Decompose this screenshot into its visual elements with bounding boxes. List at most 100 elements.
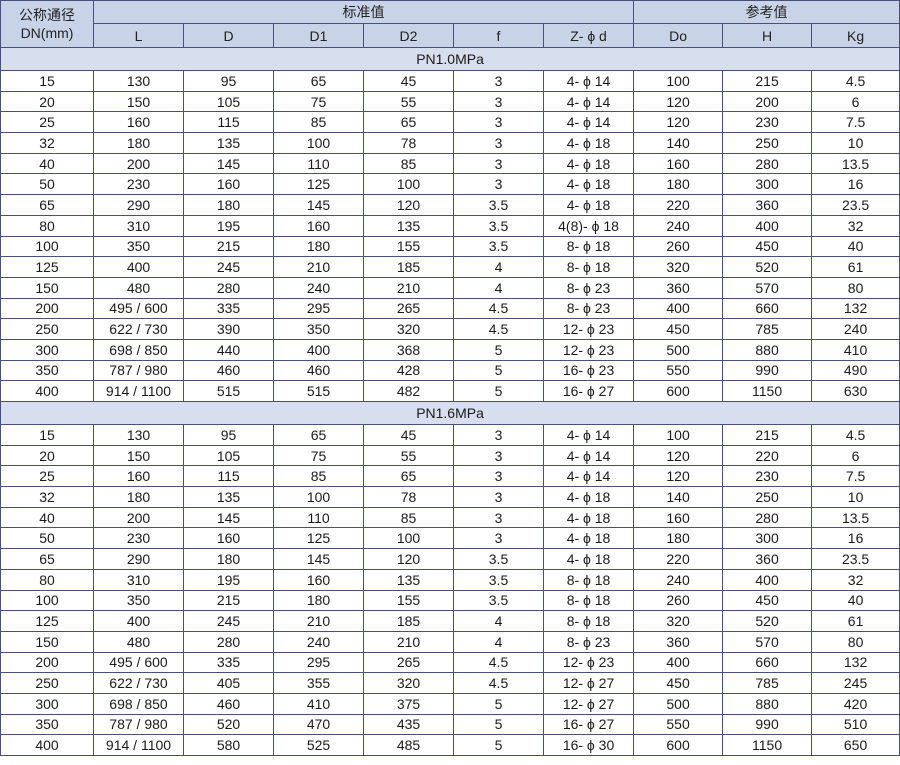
standard-group-header: 标准值 [92, 0, 635, 24]
table-cell: 145 [273, 548, 364, 570]
table-cell: 350 [0, 713, 94, 736]
table-cell: 80 [811, 630, 900, 653]
table-cell: 435 [363, 713, 454, 736]
table-cell: 140 [633, 486, 724, 508]
table-cell: 4- ϕ 18 [542, 486, 635, 508]
table-cell: 55 [363, 444, 454, 467]
table-row: 250 622 / 730 390 350 320 4.5 12- ϕ 23 450 785 24… [0, 318, 900, 340]
table-cell: 3 [453, 465, 544, 488]
table-cell: 450 [722, 589, 813, 612]
table-cell: 698 / 850 [93, 692, 184, 715]
table-row: 20 150 105 75 55 3 4- ϕ 14 120 200 6 [0, 90, 900, 113]
table-cell: 4.5 [453, 318, 544, 340]
table-cell: 85 [273, 111, 364, 134]
table-cell: 95 [183, 424, 274, 446]
table-cell: 145 [183, 152, 274, 175]
table-cell: 320 [633, 256, 724, 278]
table-cell: 78 [363, 486, 454, 508]
column-header: L [93, 23, 184, 48]
table-cell: 410 [811, 338, 900, 361]
table-cell: 160 [273, 568, 364, 591]
table-row: 150 480 280 240 210 4 8- ϕ 23 360 570 80 [0, 630, 900, 653]
table-cell: 8- ϕ 18 [542, 589, 635, 612]
table-cell: 6 [811, 90, 900, 113]
table-row: 125 400 245 210 185 4 8- ϕ 18 320 520 61 [0, 610, 900, 632]
table-cell: 150 [0, 630, 94, 653]
table-cell: 185 [363, 610, 454, 632]
table-cell: 5 [453, 692, 544, 715]
table-cell: 240 [633, 214, 724, 237]
table-cell: 600 [633, 380, 724, 402]
table-cell: 500 [633, 338, 724, 361]
table-cell: 630 [811, 380, 900, 402]
column-header: f [453, 23, 544, 48]
table-cell: 250 [722, 486, 813, 508]
table-cell: 4- ϕ 14 [542, 465, 635, 488]
table-cell: 4- ϕ 14 [542, 444, 635, 467]
table-cell: 360 [633, 276, 724, 299]
table-cell: 4 [453, 276, 544, 299]
dn-header: 公称通径 DN(mm) [0, 0, 94, 48]
table-cell: 55 [363, 90, 454, 113]
table-cell: 450 [633, 672, 724, 694]
table-cell: 230 [722, 465, 813, 488]
table-cell: 130 [93, 70, 184, 92]
table-cell: 4.5 [811, 70, 900, 92]
dn-label: 公称通径 [19, 7, 75, 23]
table-cell: 160 [633, 506, 724, 529]
table-cell: 880 [722, 692, 813, 715]
table-cell: 120 [363, 194, 454, 216]
table-cell: 16- ϕ 27 [542, 713, 635, 736]
table-cell: 360 [633, 630, 724, 653]
table-cell: 375 [363, 692, 454, 715]
table-row: 400 914 / 1100 515 515 482 5 16- ϕ 27 600 1150 63… [0, 380, 900, 402]
table-cell: 160 [633, 152, 724, 175]
table-cell: 145 [273, 194, 364, 216]
table-cell: 245 [183, 610, 274, 632]
table-cell: 240 [811, 318, 900, 340]
table-cell: 155 [363, 235, 454, 258]
table-cell: 250 [0, 672, 94, 694]
table-cell: 990 [722, 713, 813, 736]
table-cell: 405 [183, 672, 274, 694]
table-cell: 125 [273, 173, 364, 196]
table-cell: 622 / 730 [93, 672, 184, 694]
table-cell: 698 / 850 [93, 338, 184, 361]
table-cell: 3 [453, 444, 544, 467]
table-cell: 13.5 [811, 152, 900, 175]
table-cell: 120 [633, 111, 724, 134]
table-cell: 23.5 [811, 194, 900, 216]
column-header: D [183, 23, 274, 48]
table-cell: 320 [363, 672, 454, 694]
table-cell: 280 [722, 152, 813, 175]
table-cell: 150 [93, 90, 184, 113]
table-cell: 85 [363, 152, 454, 175]
table-cell: 580 [183, 734, 274, 756]
table-cell: 61 [811, 256, 900, 278]
table-cell: 16 [811, 527, 900, 550]
table-cell: 100 [633, 70, 724, 92]
table-cell: 145 [183, 506, 274, 529]
table-cell: 8- ϕ 18 [542, 235, 635, 258]
table-cell: 12- ϕ 27 [542, 692, 635, 715]
table-row: 32 180 135 100 78 3 4- ϕ 18 140 250 10 [0, 132, 900, 154]
table-cell: 914 / 1100 [93, 734, 184, 756]
table-row: 32 180 135 100 78 3 4- ϕ 18 140 250 10 [0, 486, 900, 508]
table-row: 15 130 95 65 45 3 4- ϕ 14 100 215 4.5 [0, 70, 900, 92]
table-cell: 3.5 [453, 235, 544, 258]
section-header-row: PN1.6MPa [0, 401, 900, 425]
table-cell: 110 [273, 152, 364, 175]
table-cell: 787 / 980 [93, 359, 184, 382]
table-cell: 5 [453, 338, 544, 361]
table-cell: 23.5 [811, 548, 900, 570]
table-cell: 105 [183, 90, 274, 113]
table-cell: 210 [273, 256, 364, 278]
table-cell: 3 [453, 70, 544, 92]
table-cell: 914 / 1100 [93, 380, 184, 402]
table-cell: 265 [363, 651, 454, 674]
table-cell: 520 [722, 610, 813, 632]
table-cell: 13.5 [811, 506, 900, 529]
table-cell: 25 [0, 465, 94, 488]
table-cell: 100 [273, 486, 364, 508]
table-cell: 335 [183, 297, 274, 320]
